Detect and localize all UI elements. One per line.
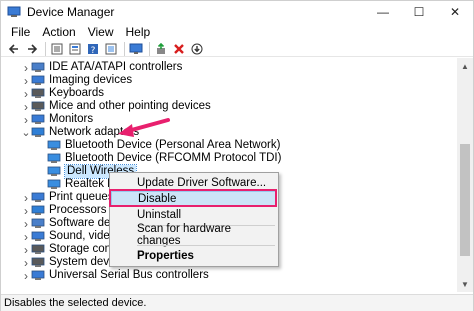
device-category-icon [31, 114, 45, 125]
tree-row[interactable]: › Monitors [21, 113, 94, 127]
disable-highlight-box [109, 189, 277, 207]
tree-row-label: Monitors [49, 113, 94, 125]
device-category-icon [31, 62, 45, 73]
device-category-icon [31, 75, 45, 86]
device-category-icon [31, 192, 45, 203]
network-adapter-icon [47, 153, 61, 164]
tree-row-label: Universal Serial Bus controllers [49, 269, 209, 281]
close-button[interactable]: ✕ [437, 1, 473, 23]
menu-bar: File Action View Help [1, 23, 473, 41]
tree-row-label: Processors [49, 204, 107, 216]
forward-icon[interactable] [25, 42, 39, 56]
menu-help[interactable]: Help [120, 25, 157, 39]
device-category-icon [31, 270, 45, 281]
toolbar: ? [1, 41, 473, 57]
chevron-right-icon[interactable]: › [21, 191, 31, 205]
device-category-icon [31, 127, 45, 138]
chevron-right-icon[interactable]: › [21, 204, 31, 218]
back-icon[interactable] [7, 42, 21, 56]
chevron-down-icon[interactable]: ⌄ [21, 126, 31, 139]
maximize-button[interactable]: ☐ [401, 1, 437, 23]
chevron-right-icon[interactable]: › [21, 217, 31, 231]
toolbar-separator [149, 41, 150, 56]
device-category-icon [31, 231, 45, 242]
tree-row-label: IDE ATA/ATAPI controllers [49, 61, 183, 73]
device-category-icon [31, 205, 45, 216]
scroll-thumb[interactable] [460, 144, 470, 256]
tree-row[interactable]: › Imaging devices [21, 74, 133, 88]
sheet-icon[interactable] [68, 42, 82, 56]
network-adapter-icon [47, 166, 61, 177]
tree-row-label: Bluetooth Device (Personal Area Network) [65, 139, 281, 151]
status-text: Disables the selected device. [4, 297, 147, 309]
help-icon[interactable]: ? [86, 42, 100, 56]
device-category-icon [31, 218, 45, 229]
chevron-right-icon[interactable]: › [21, 243, 31, 257]
add-driver-icon[interactable] [154, 42, 168, 56]
context-menu: Update Driver Software... Disable Uninst… [109, 172, 279, 267]
toolbar-separator [45, 41, 46, 56]
status-bar: Disables the selected device. [1, 294, 473, 311]
chevron-right-icon[interactable]: › [21, 256, 31, 270]
tree-row-label: Print queues [49, 191, 114, 203]
scan-hardware-menu-item[interactable]: Scan for hardware changes [111, 223, 277, 247]
device-category-icon [31, 88, 45, 99]
chevron-right-icon[interactable]: › [21, 230, 31, 244]
tree-row[interactable]: › Print queues [21, 191, 114, 205]
tree-row-label: Sound, video [49, 230, 117, 242]
properties-icon[interactable] [50, 42, 64, 56]
tree-row[interactable]: Bluetooth Device (Personal Area Network) [37, 139, 280, 152]
device-category-icon [31, 101, 45, 112]
uninstall-icon[interactable] [172, 42, 186, 56]
tree-row[interactable]: Bluetooth Device (RFCOMM Protocol TDI) [37, 152, 281, 165]
tree-row[interactable]: › Universal Serial Bus controllers [21, 269, 209, 283]
tree-row-label: Mice and other pointing devices [49, 100, 211, 112]
menu-separator [137, 245, 275, 246]
tree-row-label: Bluetooth Device (RFCOMM Protocol TDI) [65, 152, 282, 164]
download-icon[interactable] [190, 42, 204, 56]
tree-row-label: Network adapters [49, 126, 140, 138]
monitor-icon[interactable] [129, 42, 143, 56]
tree-row[interactable]: › Mice and other pointing devices [21, 100, 211, 114]
chevron-right-icon[interactable]: › [21, 269, 31, 283]
scroll-down-icon[interactable]: ▼ [457, 276, 473, 292]
tree-row[interactable]: › Keyboards [21, 87, 104, 101]
chevron-right-icon[interactable]: › [21, 61, 31, 75]
uninstall-menu-item[interactable]: Uninstall [111, 207, 277, 223]
sheet-icon[interactable] [104, 42, 118, 56]
svg-text:?: ? [91, 46, 96, 55]
window-title: Device Manager [27, 5, 115, 19]
menu-file[interactable]: File [5, 25, 36, 39]
properties-menu-item[interactable]: Properties [111, 248, 277, 264]
tree-row-label: Imaging devices [49, 74, 133, 86]
chevron-right-icon[interactable]: › [21, 87, 31, 101]
tree-row[interactable]: › IDE ATA/ATAPI controllers [21, 61, 183, 75]
device-category-icon [31, 257, 45, 268]
tree-row[interactable]: › Sound, video [21, 230, 117, 244]
toolbar-separator [124, 41, 125, 56]
menu-view[interactable]: View [82, 25, 120, 39]
network-adapter-icon [47, 140, 61, 151]
vertical-scrollbar[interactable]: ▲ ▼ [457, 58, 473, 292]
tree-row[interactable]: ⌄ Network adapters [21, 126, 139, 139]
title-bar: Device Manager — ☐ ✕ [1, 1, 473, 23]
device-category-icon [31, 244, 45, 255]
chevron-right-icon[interactable]: › [21, 113, 31, 127]
scroll-up-icon[interactable]: ▲ [457, 58, 473, 74]
tree-row[interactable]: › Processors [21, 204, 107, 218]
minimize-button[interactable]: — [365, 1, 401, 23]
network-adapter-icon [47, 179, 61, 190]
chevron-right-icon[interactable]: › [21, 74, 31, 88]
chevron-right-icon[interactable]: › [21, 100, 31, 114]
device-manager-icon [7, 6, 21, 18]
tree-row-label: Keyboards [49, 87, 104, 99]
menu-action[interactable]: Action [36, 25, 81, 39]
